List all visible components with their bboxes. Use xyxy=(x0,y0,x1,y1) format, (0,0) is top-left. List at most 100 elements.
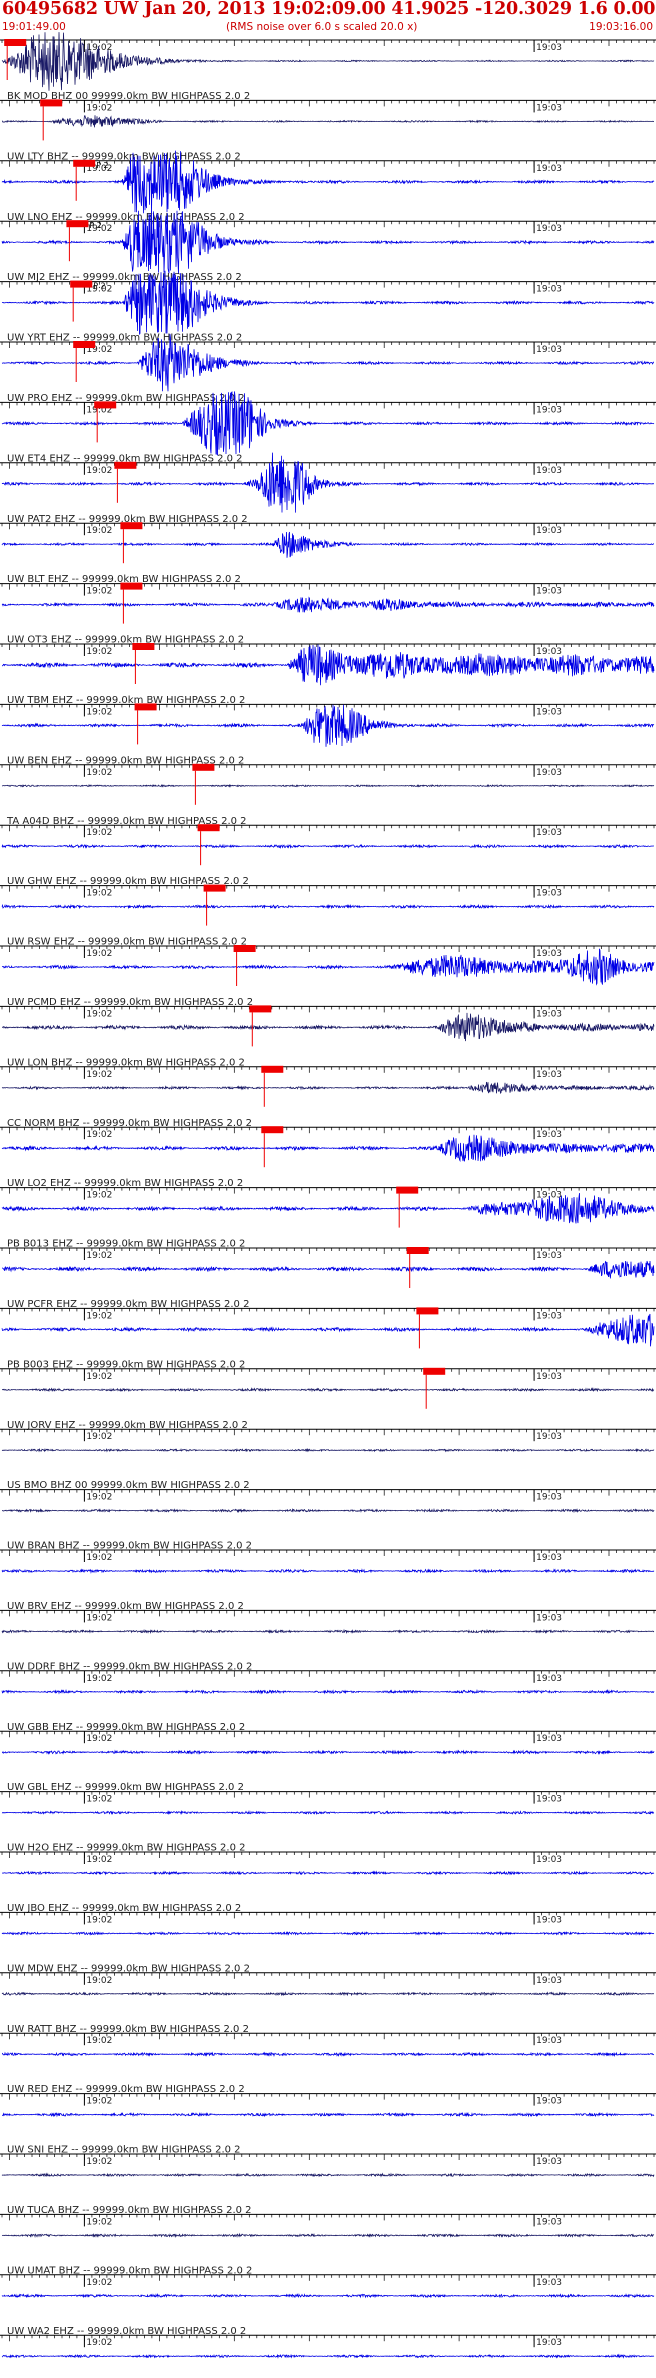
pick-flag xyxy=(94,401,117,409)
seismogram-page: { "header": { "title": "60495682 UW Jan … xyxy=(0,0,656,2378)
trace-31: 19:02 19:03UW JBO EHZ -- 99999.0km BW HIG… xyxy=(0,1851,656,1914)
tick-label-1903: 19:03 xyxy=(536,405,562,415)
trace-15: 19:02 19:03UW RSW EHZ -- 99999.0km BW HIG… xyxy=(0,884,656,948)
tick-label-1902: 19:02 xyxy=(86,949,112,959)
tick-label-1903: 19:03 xyxy=(536,526,562,536)
trace-19: 19:02 19:03UW LO2 EHZ -- 99999.0km BW HIG… xyxy=(0,1126,656,1189)
tick-label-1902: 19:02 xyxy=(86,2097,112,2107)
trace-28: 19:02 19:03UW GBB EHZ -- 99999.0km BW HIG… xyxy=(0,1670,656,1733)
pick-flag xyxy=(132,643,155,650)
pick-flag xyxy=(423,1367,446,1375)
tick-label-1903: 19:03 xyxy=(536,889,562,899)
trace-9: 19:02 19:03UW BLT EHZ -- 99999.0km BW HIG… xyxy=(0,522,656,585)
tick-label-1902: 19:02 xyxy=(86,1613,112,1623)
tick-label-1903: 19:03 xyxy=(536,2036,562,2046)
trace-16: 19:02 19:03UW PCMD EHZ -- 99999.0km BW HI… xyxy=(0,945,656,1008)
tick-label-1903: 19:03 xyxy=(536,2157,562,2167)
trace-35: 19:02 19:03UW SNI EHZ -- 99999.0km BW HIG… xyxy=(0,2093,656,2156)
waveform xyxy=(1,2232,655,2239)
waveform xyxy=(1,115,654,128)
tick-label-1902: 19:02 xyxy=(86,2217,112,2227)
pick-label: P 2 xyxy=(96,161,108,170)
trace-7: 19:02 19:03UW ET4 EHZ -- 99999.0km BW HIG… xyxy=(0,391,656,464)
tick-label-1902: 19:02 xyxy=(86,768,112,778)
waveform xyxy=(1,32,655,91)
pick-flag xyxy=(396,1186,419,1194)
trace-37: 19:02 19:03UW UMAT BHZ -- 99999.0km BW HI… xyxy=(0,2213,656,2276)
waveform xyxy=(1,2172,655,2178)
pick-flag xyxy=(406,1247,429,1254)
trace-2: 19:02 19:03UW LTY BHZ -- 99999.0km BW HIG… xyxy=(0,99,656,162)
pick-flag xyxy=(114,461,137,469)
pick-flag xyxy=(134,703,157,711)
tick-label-1902: 19:02 xyxy=(86,1130,112,1140)
trace-22: 19:02 19:03PB B003 EHZ -- 99999.0km BW HI… xyxy=(0,1307,656,1370)
trace-20: 19:02 19:03PB B013 EHZ -- 99999.0km BW HI… xyxy=(0,1186,656,1250)
tick-label-1902: 19:02 xyxy=(86,1553,112,1563)
trace-1: 19:02 19:03BK MOD BHZ 00 99999.0km BW HIG… xyxy=(0,32,656,102)
pick-flag xyxy=(192,763,215,771)
tick-label-1902: 19:02 xyxy=(86,526,112,536)
tick-label-1902: 19:02 xyxy=(86,2338,112,2348)
tick-label-1902: 19:02 xyxy=(86,1674,112,1684)
trace-5: 19:02 19:03UW YRT EHZ -- 99999.0km BW HIG… xyxy=(0,270,656,344)
tick-label-1903: 19:03 xyxy=(536,1251,562,1261)
tick-label-1902: 19:02 xyxy=(86,103,112,113)
trace-11: 19:02 19:03UW TBM EHZ -- 99999.0km BW HIG… xyxy=(0,643,656,706)
trace-14: 19:02 19:03UW GHW EHZ -- 99999.0km BW HIG… xyxy=(0,824,656,887)
tick-label-1902: 19:02 xyxy=(86,1372,112,1382)
tick-label-1902: 19:02 xyxy=(86,587,112,597)
tick-label-1903: 19:03 xyxy=(536,1855,562,1865)
tick-label-1903: 19:03 xyxy=(536,1372,562,1382)
tick-label-1903: 19:03 xyxy=(536,1130,562,1140)
tick-label-1903: 19:03 xyxy=(536,466,562,476)
tick-label-1903: 19:03 xyxy=(536,1976,562,1986)
trace-10: 19:02 19:03UW OT3 EHZ -- 99999.0km BW HIG… xyxy=(0,582,656,646)
pick-flag xyxy=(40,99,63,107)
tick-label-1903: 19:03 xyxy=(536,1311,562,1321)
waveform xyxy=(1,843,654,850)
tick-label-1903: 19:03 xyxy=(536,1734,562,1744)
pick-flag xyxy=(233,945,256,952)
trace-38: 19:02 19:03UW WA2 EHZ -- 99999.0km BW HIG… xyxy=(0,2274,656,2337)
tick-label-1903: 19:03 xyxy=(536,1493,562,1503)
tick-label-1903: 19:03 xyxy=(536,587,562,597)
waveform xyxy=(1,1991,655,1997)
waveform xyxy=(1,1081,655,1094)
tick-label-1902: 19:02 xyxy=(86,1734,112,1744)
trace-6: 19:02 19:03UW PRO EHZ -- 99999.0km BW HIG… xyxy=(0,333,656,404)
tick-label-1902: 19:02 xyxy=(86,1795,112,1805)
tick-label-1902: 19:02 xyxy=(86,647,112,657)
trace-32: 19:02 19:03UW MDW EHZ -- 99999.0km BW HIG… xyxy=(0,1911,656,1974)
tick-label-1903: 19:03 xyxy=(536,768,562,778)
trace-4: 19:02 19:03UW MJ2 EHZ -- 99999.0km BW HIG… xyxy=(0,210,656,283)
tick-label-1903: 19:03 xyxy=(536,1009,562,1019)
pick-label: P 2 xyxy=(93,282,105,291)
tick-label-1903: 19:03 xyxy=(536,345,562,355)
tick-label-1903: 19:03 xyxy=(536,1795,562,1805)
pick-flag xyxy=(73,159,96,167)
tick-label-1903: 19:03 xyxy=(536,949,562,959)
seismogram-plot: 19:02 19:03BK MOD BHZ 00 99999.0km BW HIG… xyxy=(0,32,656,2359)
pick-flag xyxy=(197,824,220,832)
tick-label-1903: 19:03 xyxy=(536,2217,562,2227)
waveform xyxy=(1,2051,655,2058)
tick-label-1903: 19:03 xyxy=(536,103,562,113)
pick-flag xyxy=(203,884,226,892)
tick-label-1902: 19:02 xyxy=(86,1915,112,1925)
trace-39: 19:0219:03UW WIW EHZ -- 99999.0km BW HIG… xyxy=(0,2334,656,2359)
pick-flag xyxy=(249,1005,272,1013)
tick-label-1902: 19:02 xyxy=(86,2278,112,2288)
tick-label-1902: 19:02 xyxy=(86,1976,112,1986)
tick-label-1902: 19:02 xyxy=(86,1432,112,1442)
trace-24: 19:02 19:03US BMO BHZ 00 99999.0km BW HIG… xyxy=(0,1428,656,1491)
pick-flag xyxy=(4,39,27,46)
tick-label-1902: 19:02 xyxy=(86,1311,112,1321)
waveform xyxy=(1,1688,655,1695)
waveform xyxy=(1,1810,655,1816)
tick-label-1903: 19:03 xyxy=(536,2097,562,2107)
waveform xyxy=(1,2353,655,2359)
trace-17: 19:02 19:03UW LON BHZ -- 99999.0km BW HIG… xyxy=(0,1005,656,1068)
tick-label-1903: 19:03 xyxy=(536,224,562,234)
tick-label-1903: 19:03 xyxy=(536,1553,562,1563)
